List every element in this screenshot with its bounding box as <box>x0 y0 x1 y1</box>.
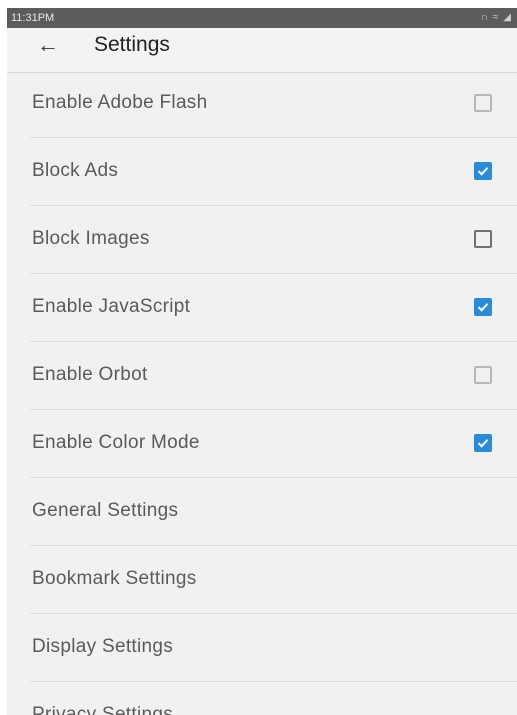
block-ads-checkbox[interactable] <box>474 162 492 180</box>
setting-label: Block Ads <box>32 160 119 181</box>
status-time: 11:31PM <box>11 12 55 24</box>
toolbar: ← Settings <box>7 28 517 73</box>
status-icons: ∩ ≈ ◢ <box>481 8 511 28</box>
setting-row-display-settings[interactable]: Display Settings <box>30 614 517 682</box>
setting-label: General Settings <box>32 500 179 521</box>
setting-label: Display Settings <box>32 636 174 657</box>
check-icon <box>477 167 489 176</box>
enable-javascript-checkbox[interactable] <box>474 298 492 316</box>
setting-row-enable-color-mode[interactable]: Enable Color Mode <box>30 410 517 478</box>
status-bar: 11:31PM ∩ ≈ ◢ <box>7 8 517 28</box>
arrow-left-icon[interactable]: ← <box>37 34 59 56</box>
setting-row-enable-adobe-flash[interactable]: Enable Adobe Flash <box>30 70 517 138</box>
setting-label: Enable Adobe Flash <box>32 92 208 113</box>
setting-row-enable-javascript[interactable]: Enable JavaScript <box>30 274 517 342</box>
setting-label: Enable JavaScript <box>32 296 191 317</box>
setting-label: Bookmark Settings <box>32 568 197 589</box>
block-images-checkbox[interactable] <box>474 230 492 248</box>
setting-row-privacy-settings[interactable]: Privacy Settings <box>30 682 517 715</box>
settings-list: Enable Adobe Flash Block Ads Block Image… <box>7 70 517 715</box>
check-icon <box>477 303 489 312</box>
enable-adobe-flash-checkbox[interactable] <box>474 94 492 112</box>
settings-screen: 11:31PM ∩ ≈ ◢ ← Settings Enable Adobe Fl… <box>7 8 517 715</box>
page-title: Settings <box>94 33 170 56</box>
signal-icon: ◢ <box>503 12 511 23</box>
setting-row-bookmark-settings[interactable]: Bookmark Settings <box>30 546 517 614</box>
wifi-icon: ≈ <box>492 12 499 23</box>
enable-orbot-checkbox[interactable] <box>474 366 492 384</box>
setting-row-block-ads[interactable]: Block Ads <box>30 138 517 206</box>
setting-row-block-images[interactable]: Block Images <box>30 206 517 274</box>
headphone-icon: ∩ <box>480 12 488 23</box>
setting-label: Privacy Settings <box>32 704 174 715</box>
setting-row-enable-orbot[interactable]: Enable Orbot <box>30 342 517 410</box>
setting-label: Enable Orbot <box>32 364 148 385</box>
setting-label: Block Images <box>32 228 150 249</box>
setting-label: Enable Color Mode <box>32 432 200 453</box>
setting-row-general-settings[interactable]: General Settings <box>30 478 517 546</box>
check-icon <box>477 439 489 448</box>
enable-color-mode-checkbox[interactable] <box>474 434 492 452</box>
